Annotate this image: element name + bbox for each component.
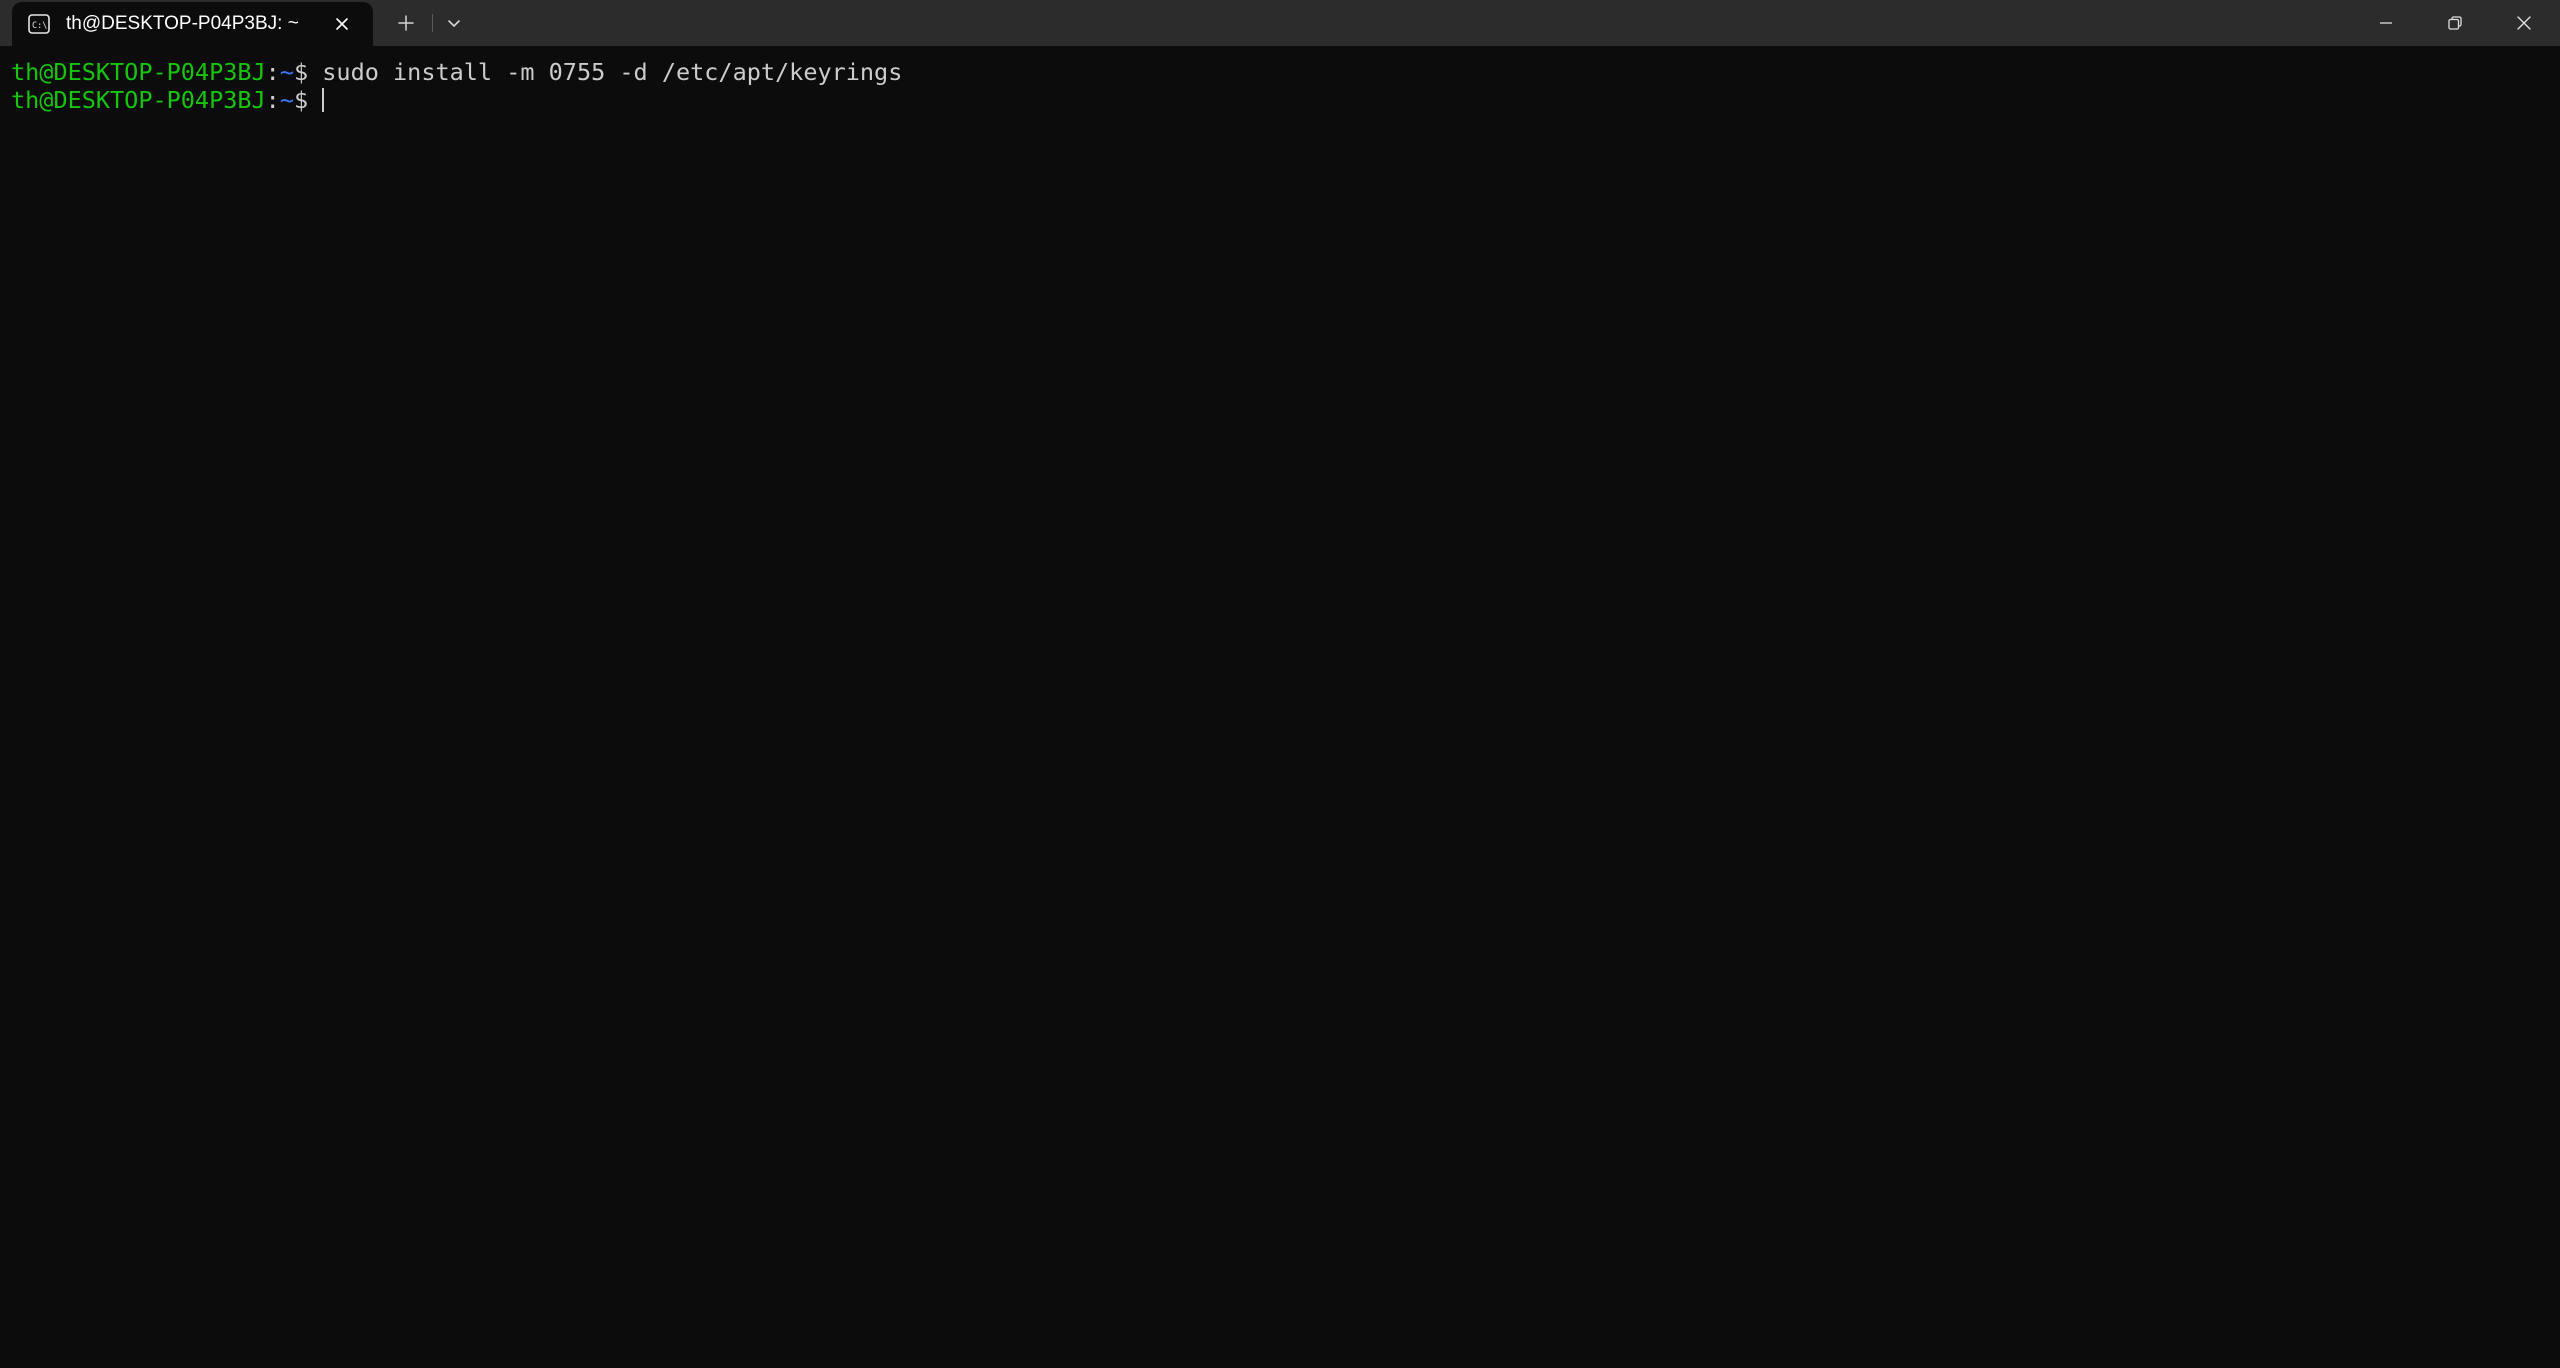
svg-text:C:\: C:\ — [32, 21, 47, 31]
prompt-path: ~ — [279, 86, 294, 114]
tab-close-icon[interactable] — [329, 11, 355, 37]
new-tab-plus-icon[interactable] — [391, 8, 421, 38]
tab-terminal[interactable]: C:\ th@DESKTOP-P04P3BJ: ~ — [12, 2, 373, 46]
tab-title: th@DESKTOP-P04P3BJ: ~ — [66, 13, 299, 34]
prompt-path: ~ — [279, 58, 294, 86]
terminal-icon: C:\ — [28, 14, 50, 34]
tab-separator — [432, 14, 433, 32]
restore-icon[interactable] — [2421, 0, 2489, 46]
chevron-down-icon[interactable] — [439, 8, 469, 38]
terminal-line: th@DESKTOP-P04P3BJ:~$ sudo install -m 07… — [11, 58, 902, 86]
prompt-symbol: $ — [293, 86, 323, 114]
prompt-colon: : — [265, 86, 280, 114]
command-text: sudo install -m 0755 -d /etc/apt/keyring… — [322, 58, 903, 86]
terminal-line: th@DESKTOP-P04P3BJ:~$ — [11, 86, 325, 114]
prompt-user-host: th@DESKTOP-P04P3BJ — [11, 86, 266, 114]
prompt-user-host: th@DESKTOP-P04P3BJ — [11, 58, 266, 86]
prompt-symbol: $ — [293, 58, 323, 86]
terminal-output[interactable]: th@DESKTOP-P04P3BJ:~$ sudo install -m 07… — [0, 46, 2560, 1368]
prompt-colon: : — [265, 58, 280, 86]
text-cursor — [322, 88, 325, 112]
terminal-window: C:\ th@DESKTOP-P04P3BJ: ~ th@DESKTOP-P04… — [0, 0, 2560, 1368]
title-bar: C:\ th@DESKTOP-P04P3BJ: ~ — [0, 0, 2560, 46]
minimize-icon[interactable] — [2352, 0, 2420, 46]
close-icon[interactable] — [2490, 0, 2558, 46]
